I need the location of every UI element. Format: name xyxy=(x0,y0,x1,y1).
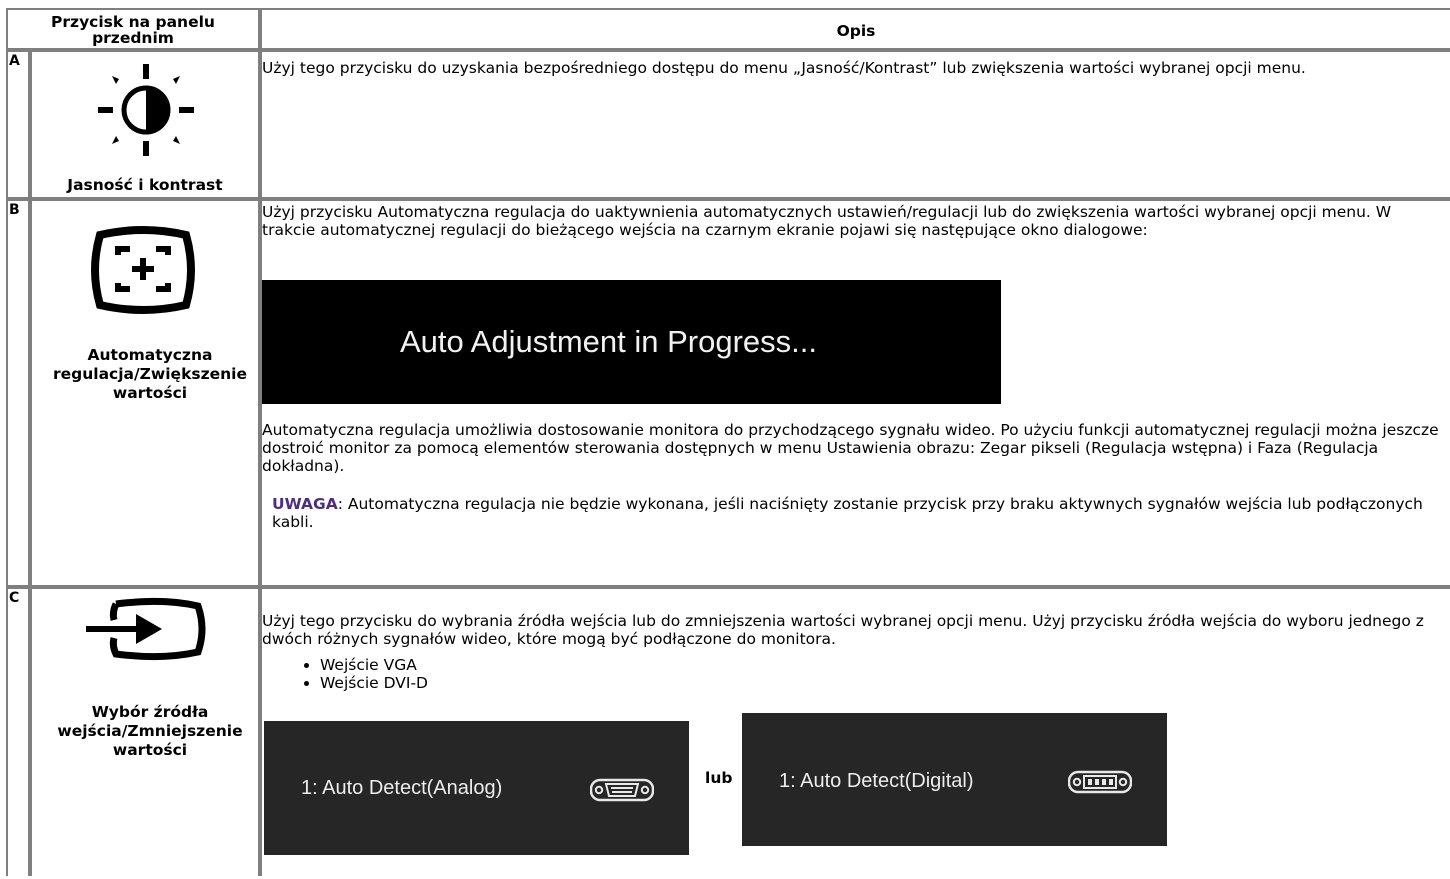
row-c-button-cell: Wybór źródła wejścia/Zmniejszenie wartoś… xyxy=(32,589,258,879)
note-text: : Automatyczna regulacja nie będzie wyko… xyxy=(272,495,1423,531)
list-item: Wejście VGA xyxy=(320,656,428,674)
list-item: Wejście DVI-D xyxy=(320,674,428,692)
description-text: Użyj tego przycisku do uzyskania bezpośr… xyxy=(262,59,1306,77)
dvi-connector-icon xyxy=(1068,770,1132,794)
row-a-letter-cell: A xyxy=(8,52,28,197)
row-b-description-cell: Użyj przycisku Automatyczna regulacja do… xyxy=(262,201,1450,585)
osd-analog: 1: Auto Detect(Analog) xyxy=(264,721,689,855)
auto-adjust-icon xyxy=(91,226,195,314)
description-text-2: Automatyczna regulacja umożliwia dostoso… xyxy=(262,421,1439,475)
osd-digital-text: 1: Auto Detect(Digital) xyxy=(779,770,974,792)
input-source-icon xyxy=(86,597,206,661)
button-label: Automatyczna regulacja/Zwiększenie warto… xyxy=(53,346,247,402)
header-description-label: Opis xyxy=(836,22,876,40)
or-label: lub xyxy=(705,769,733,787)
row-c-letter-cell: C xyxy=(8,589,28,879)
note-label: UWAGA xyxy=(272,495,338,513)
row-letter: C xyxy=(9,590,20,606)
note-paragraph: UWAGA: Automatyczna regulacja nie będzie… xyxy=(272,495,1446,531)
header-description-column: Opis xyxy=(262,10,1450,48)
row-c-description-cell: Użyj tego przycisku do wybrania źródła w… xyxy=(262,589,1450,879)
osd-message: Auto Adjustment in Progress... xyxy=(400,324,817,359)
header-button-column: Przycisk na panelu przednim xyxy=(8,10,258,48)
row-letter: B xyxy=(9,202,20,218)
brightness-contrast-icon xyxy=(98,64,194,156)
description-text: Użyj tego przycisku do wybrania źródła w… xyxy=(262,612,1424,648)
auto-adjust-osd: Auto Adjustment in Progress... xyxy=(262,280,1001,404)
osd-digital: 1: Auto Detect(Digital) xyxy=(742,713,1167,846)
header-button-label: Przycisk na panelu przednim xyxy=(51,13,215,47)
row-a-description-cell: Użyj tego przycisku do uzyskania bezpośr… xyxy=(262,52,1450,197)
osd-analog-text: 1: Auto Detect(Analog) xyxy=(301,777,503,799)
description-text: Użyj przycisku Automatyczna regulacja do… xyxy=(262,203,1392,239)
row-a-button-cell: Jasność i kontrast xyxy=(32,52,258,197)
vga-connector-icon xyxy=(590,778,654,802)
button-label: Wybór źródła wejścia/Zmniejszenie wartoś… xyxy=(57,703,243,759)
button-label: Jasność i kontrast xyxy=(67,176,223,194)
input-list: Wejście VGA Wejście DVI-D xyxy=(262,656,428,692)
row-b-button-cell: Automatyczna regulacja/Zwiększenie warto… xyxy=(32,201,258,585)
row-letter: A xyxy=(9,53,20,69)
row-b-letter-cell: B xyxy=(8,201,28,585)
